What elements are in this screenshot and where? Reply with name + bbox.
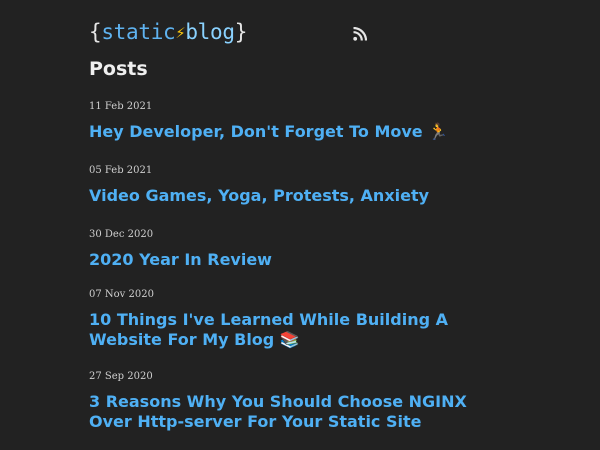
post-date: 30 Dec 2020	[89, 229, 154, 240]
logo-word-blog: blog	[185, 20, 235, 44]
list-item: 05 Feb 2021 Video Games, Yoga, Protests,…	[89, 164, 509, 206]
post-title-link[interactable]: 3 Reasons Why You Should Choose NGINX Ov…	[89, 392, 509, 432]
post-date: 05 Feb 2021	[89, 165, 153, 176]
post-date: 27 Sep 2020	[89, 371, 153, 382]
list-item: 11 Feb 2021 Hey Developer, Don't Forget …	[89, 100, 509, 142]
list-item: 07 Nov 2020 10 Things I've Learned While…	[89, 288, 509, 350]
post-date: 11 Feb 2021	[89, 101, 153, 112]
logo-close-brace: }	[234, 20, 248, 44]
list-item: 27 Sep 2020 3 Reasons Why You Should Cho…	[89, 370, 509, 432]
post-title-link[interactable]: 2020 Year In Review	[89, 250, 509, 270]
page-title: Posts	[89, 58, 148, 80]
site-header: {static⚡blog}	[89, 18, 389, 48]
logo-open-brace: {	[89, 20, 102, 44]
post-date: 07 Nov 2020	[89, 289, 154, 300]
post-title-link[interactable]: 10 Things I've Learned While Building A …	[89, 310, 509, 350]
rss-feed-link[interactable]	[353, 26, 368, 41]
logo-word-static: static	[101, 20, 176, 44]
list-item: 30 Dec 2020 2020 Year In Review	[89, 228, 509, 270]
rss-icon	[353, 26, 368, 41]
post-title-link[interactable]: Hey Developer, Don't Forget To Move 🏃	[89, 122, 509, 142]
site-logo-link[interactable]: {static⚡blog}	[89, 18, 247, 48]
lightning-bolt-icon: ⚡	[175, 23, 186, 43]
post-title-link[interactable]: Video Games, Yoga, Protests, Anxiety	[89, 186, 509, 206]
